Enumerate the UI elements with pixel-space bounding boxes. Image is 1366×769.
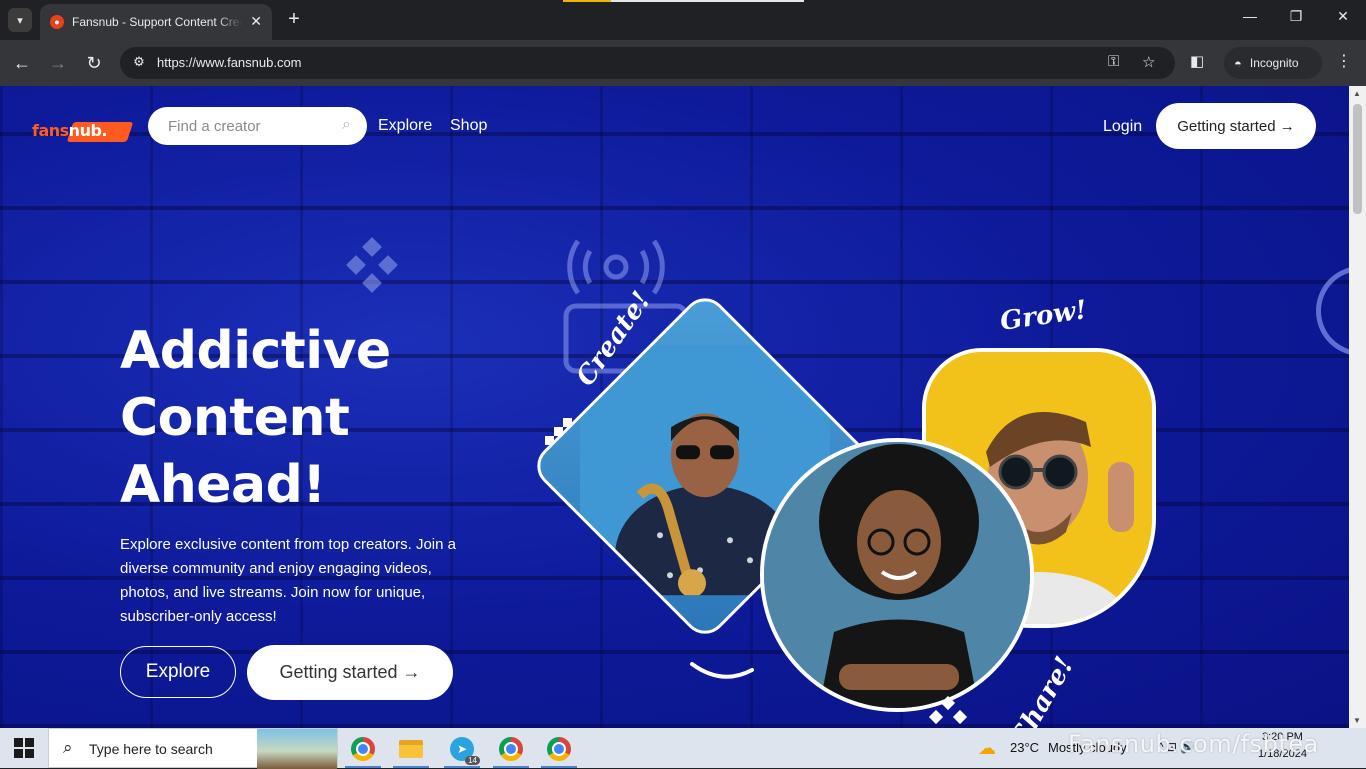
tab-title: Fansnub - Support Content Creators: [72, 15, 242, 29]
login-link[interactable]: Login: [1103, 118, 1142, 136]
hero-title-line-3: Ahead!: [120, 455, 326, 515]
browser-toolbar: ← → ↻ ⚙ https://www.fansnub.com ⚿ ☆ ◧ ◓ …: [0, 40, 1366, 86]
bookmark-star-icon[interactable]: ☆: [1142, 53, 1155, 71]
logo-part-nub: nub.: [68, 121, 108, 140]
folder-icon: [399, 740, 423, 758]
curly-hair-woman-illustration: [764, 442, 1030, 708]
partly-cloudy-icon[interactable]: ☁: [978, 738, 996, 759]
hero-getting-started-button[interactable]: Getting started →: [247, 645, 453, 700]
chrome-icon: [547, 737, 571, 761]
chrome-profile-2-taskbar-app[interactable]: [489, 732, 533, 768]
back-button[interactable]: ←: [10, 51, 34, 75]
hero-explore-button[interactable]: Explore: [120, 646, 236, 698]
browser-menu-icon[interactable]: ⋮: [1336, 51, 1352, 71]
site-info-icon[interactable]: ⚙: [130, 54, 148, 72]
telegram-taskbar-app[interactable]: ➤ 14: [440, 732, 484, 768]
hero-title: Addictive Content Ahead!: [120, 318, 391, 519]
close-window-button[interactable]: ✕: [1331, 8, 1355, 25]
restore-button[interactable]: ❐: [1284, 8, 1308, 25]
grow-script-text: Grow!: [998, 295, 1089, 337]
share-script-text: Share!: [1006, 651, 1081, 728]
creator-search[interactable]: ⌕: [148, 107, 367, 145]
swoosh-decoration: [690, 662, 754, 679]
chrome-taskbar-app[interactable]: [341, 732, 385, 768]
loading-bar: [563, 0, 804, 2]
pixel-diamond-small-decoration: [928, 696, 968, 725]
search-icon[interactable]: ⌕: [342, 116, 351, 134]
incognito-indicator[interactable]: ◓ Incognito: [1224, 47, 1322, 79]
scroll-thumb[interactable]: [1353, 104, 1362, 214]
watermark-text: Fansnub.com/fsbtea: [1068, 730, 1319, 758]
scroll-up-icon[interactable]: ▲: [1353, 89, 1361, 98]
new-tab-button[interactable]: +: [283, 8, 305, 30]
chrome-icon: [351, 737, 375, 761]
reload-button[interactable]: ↻: [82, 51, 106, 75]
telegram-unread-badge: 14: [465, 756, 480, 765]
chrome-profile-3-taskbar-app[interactable]: [537, 732, 581, 768]
taskbar-search-icon: ⌕: [63, 738, 73, 757]
header-getting-started-button[interactable]: Getting started →: [1156, 103, 1316, 149]
nav-explore-link[interactable]: Explore: [378, 117, 432, 135]
chrome-icon: [499, 737, 523, 761]
taskbar-search-text[interactable]: Type here to search: [89, 741, 213, 757]
hero-title-line-1: Addictive: [120, 321, 391, 381]
nav-shop-link[interactable]: Shop: [450, 117, 487, 135]
address-bar[interactable]: ⚙ https://www.fansnub.com ⚿ ☆: [120, 47, 1175, 79]
tab-strip: ▾ ● Fansnub - Support Content Creators ✕…: [0, 0, 1366, 40]
curly-hair-creator-card: [760, 438, 1034, 712]
incognito-icon: ◓: [1234, 55, 1242, 71]
logo-text: fansnub.: [32, 121, 107, 140]
logo-part-fans: fans: [32, 121, 69, 140]
minimize-button[interactable]: —: [1238, 8, 1262, 24]
windows-start-icon[interactable]: [14, 738, 34, 758]
scroll-down-icon[interactable]: ▼: [1353, 716, 1361, 725]
close-tab-icon[interactable]: ✕: [250, 13, 262, 30]
side-panel-icon[interactable]: ◧: [1190, 52, 1204, 70]
url-text[interactable]: https://www.fansnub.com: [157, 55, 302, 70]
outline-circle-decoration: [1316, 266, 1349, 356]
fansnub-favicon-icon: ●: [50, 15, 64, 29]
tab-search-button[interactable]: ▾: [8, 8, 32, 32]
file-explorer-taskbar-app[interactable]: [389, 732, 433, 768]
pixel-diamond-decoration: [346, 237, 398, 293]
forward-button[interactable]: →: [46, 51, 70, 75]
hero-description: Explore exclusive content from top creat…: [120, 536, 456, 625]
incognito-label: Incognito: [1249, 56, 1299, 70]
hero-title-line-2: Content: [120, 388, 350, 448]
taskbar-search[interactable]: ⌕ Type here to search: [48, 728, 338, 769]
telegram-icon: ➤ 14: [450, 737, 480, 765]
weather-temperature[interactable]: 23°C: [1010, 740, 1039, 755]
search-input[interactable]: [168, 116, 328, 136]
browser-tab[interactable]: ● Fansnub - Support Content Creators ✕: [40, 4, 272, 40]
password-key-icon[interactable]: ⚿: [1108, 53, 1119, 70]
fansnub-logo[interactable]: fansnub.: [32, 120, 134, 142]
page-scrollbar[interactable]: ▲ ▼: [1349, 86, 1366, 728]
page-viewport: fansnub. ⌕ Explore Shop Login Getting st…: [0, 86, 1349, 728]
search-highlight-image[interactable]: [257, 729, 337, 769]
